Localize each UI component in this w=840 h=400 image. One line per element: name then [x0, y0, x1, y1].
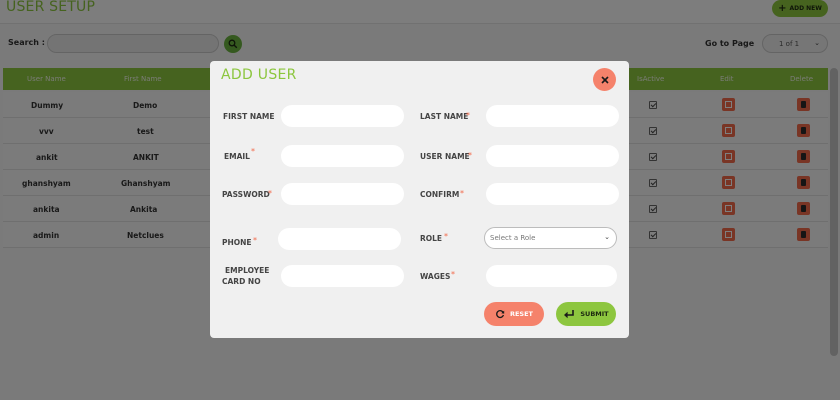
last-name-label: LAST NAME: [420, 112, 469, 121]
submit-button[interactable]: SUBMIT: [556, 302, 616, 326]
close-icon: [600, 75, 609, 84]
required-marker: *: [460, 189, 464, 198]
reset-button[interactable]: RESET: [484, 302, 544, 326]
password-input[interactable]: [281, 183, 404, 205]
wages-label: WAGES: [420, 272, 451, 281]
required-marker: *: [444, 232, 448, 241]
role-select-placeholder: Select a Role: [490, 234, 536, 242]
employee-card-label-line2: CARD NO: [222, 277, 261, 286]
reset-label: RESET: [509, 310, 533, 318]
modal-title: ADD USER: [221, 67, 297, 83]
submit-label: SUBMIT: [580, 310, 609, 318]
required-marker: *: [251, 147, 255, 156]
first-name-label: FIRST NAME: [223, 112, 275, 121]
required-marker: *: [268, 189, 272, 198]
employee-card-input[interactable]: [281, 265, 404, 287]
employee-card-label-line1: EMPLOYEE: [225, 266, 270, 275]
phone-input[interactable]: [278, 228, 401, 250]
add-user-modal: ADD USER FIRST NAME * LAST NAME * EMAIL …: [210, 61, 629, 338]
user-name-label: USER NAME: [420, 152, 470, 161]
email-label: EMAIL: [224, 152, 250, 161]
email-input[interactable]: [281, 145, 404, 167]
required-marker: *: [466, 111, 470, 120]
user-name-input[interactable]: [486, 145, 619, 167]
enter-arrow-icon: [564, 310, 575, 319]
phone-label: PHONE: [222, 238, 252, 247]
confirm-label: CONFIRM: [420, 190, 460, 199]
last-name-input[interactable]: [486, 105, 619, 127]
wages-input[interactable]: [486, 265, 617, 287]
chevron-down-icon: ⌄: [604, 233, 610, 241]
required-marker: *: [451, 270, 455, 279]
required-marker: *: [468, 151, 472, 160]
required-marker: *: [253, 236, 257, 245]
role-label: ROLE: [420, 234, 443, 243]
confirm-password-input[interactable]: [486, 183, 619, 205]
refresh-icon: [496, 310, 505, 319]
password-label: PASSWORD: [222, 190, 270, 199]
close-button[interactable]: [593, 68, 616, 91]
role-select[interactable]: Select a Role ⌄: [484, 227, 617, 249]
first-name-input[interactable]: [281, 105, 404, 127]
